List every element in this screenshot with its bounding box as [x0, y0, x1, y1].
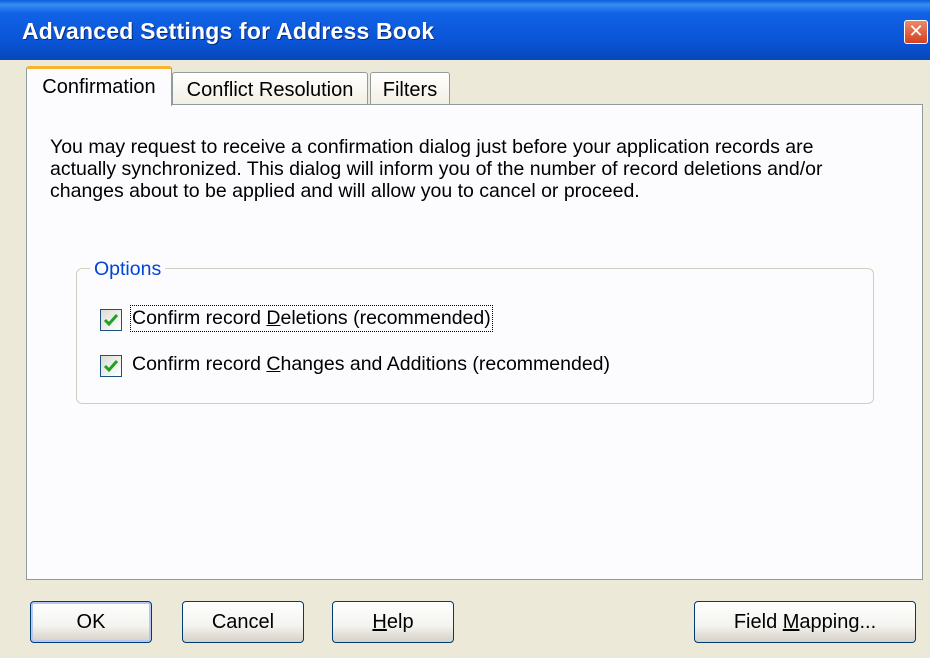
- button-label: Field: [733, 611, 783, 633]
- mnemonic: M: [782, 611, 800, 633]
- tab-confirmation[interactable]: Confirmation: [26, 66, 172, 106]
- title-bar[interactable]: Advanced Settings for Address Book ✕: [0, 0, 930, 60]
- help-button[interactable]: Help: [332, 601, 454, 643]
- mnemonic: C: [266, 353, 281, 375]
- mnemonic: D: [266, 307, 281, 329]
- tab-label: Filters: [382, 79, 438, 101]
- button-label: elp: [386, 611, 414, 633]
- field-mapping-button[interactable]: Field Mapping...: [694, 601, 916, 643]
- options-group-title: Options: [90, 258, 166, 281]
- label-text: Confirm record: [132, 307, 267, 329]
- window-title: Advanced Settings for Address Book: [22, 18, 435, 44]
- confirm-deletions-checkbox[interactable]: [100, 309, 122, 331]
- confirm-changes-checkbox[interactable]: [100, 355, 122, 377]
- button-label: OK: [76, 611, 106, 633]
- button-label: Cancel: [211, 611, 275, 633]
- confirm-changes-label[interactable]: Confirm record Changes and Additions (re…: [132, 353, 610, 376]
- tab-filters[interactable]: Filters: [370, 72, 450, 106]
- confirm-deletions-label[interactable]: Confirm record Deletions (recommended): [130, 305, 493, 332]
- label-text: eletions (recommended): [280, 307, 491, 329]
- label-text: hanges and Additions (recommended): [280, 353, 611, 375]
- ok-button[interactable]: OK: [30, 601, 152, 643]
- button-label: apping...: [799, 611, 877, 633]
- close-icon: ✕: [908, 21, 924, 42]
- cancel-button[interactable]: Cancel: [182, 601, 304, 643]
- tab-conflict-resolution[interactable]: Conflict Resolution: [172, 72, 368, 106]
- close-button[interactable]: ✕: [904, 20, 928, 44]
- label-text: Confirm record: [132, 353, 267, 375]
- tab-label: Confirmation: [42, 76, 156, 98]
- options-groupbox: [76, 268, 874, 404]
- mnemonic: H: [372, 611, 387, 633]
- confirmation-description: You may request to receive a confirmatio…: [50, 136, 823, 202]
- check-icon: [103, 314, 119, 327]
- check-icon: [103, 360, 119, 373]
- tab-label: Conflict Resolution: [186, 79, 354, 101]
